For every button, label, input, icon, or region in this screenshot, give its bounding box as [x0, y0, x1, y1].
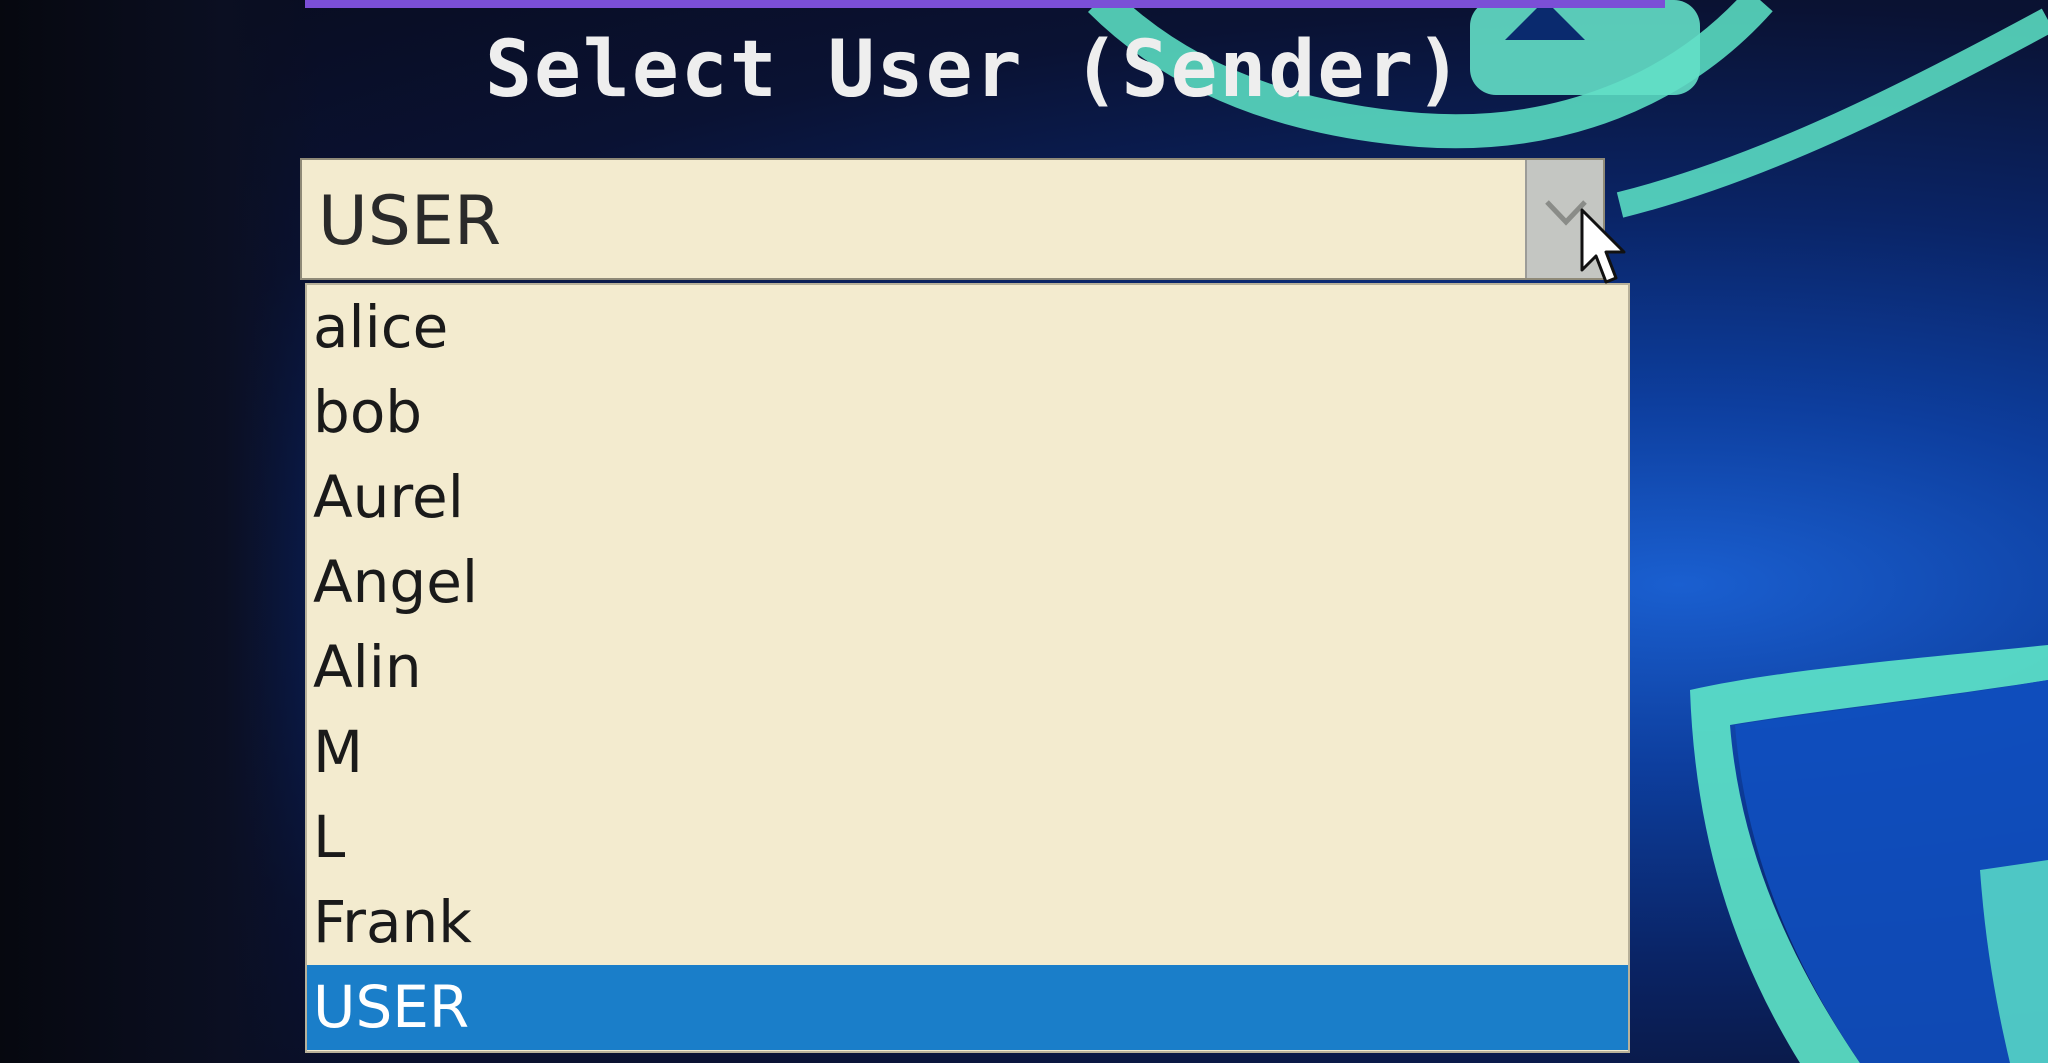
dropdown-option-aurel[interactable]: Aurel — [307, 455, 1628, 540]
user-dropdown-list[interactable]: alice bob Aurel Angel Alin M L Frank USE… — [305, 283, 1630, 1053]
dropdown-option-frank[interactable]: Frank — [307, 880, 1628, 965]
dropdown-option-bob[interactable]: bob — [307, 370, 1628, 455]
mouse-pointer-icon — [1580, 208, 1626, 284]
dialog-title: Select User (Sender) — [485, 25, 1465, 115]
dropdown-option-m[interactable]: M — [307, 710, 1628, 795]
dropdown-option-l[interactable]: L — [307, 795, 1628, 880]
user-select-combobox[interactable]: USER — [300, 158, 1605, 280]
wallpaper-lock-body — [1470, 0, 1700, 95]
dropdown-option-user-selected[interactable]: USER — [307, 965, 1628, 1050]
dropdown-option-alin[interactable]: Alin — [307, 625, 1628, 710]
dropdown-option-angel[interactable]: Angel — [307, 540, 1628, 625]
dropdown-option-alice[interactable]: alice — [307, 285, 1628, 370]
window-accent-bar — [305, 0, 1665, 8]
combobox-selected-value: USER — [318, 182, 502, 261]
